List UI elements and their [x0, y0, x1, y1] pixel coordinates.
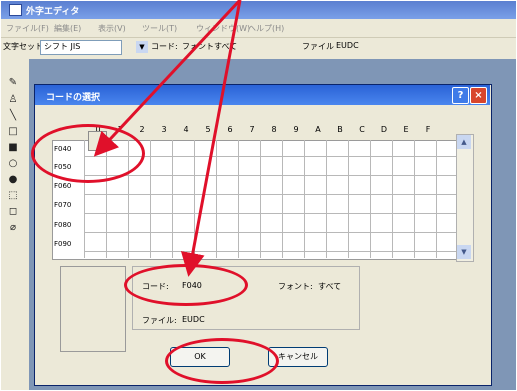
arrow-to-code — [180, 0, 242, 277]
annotation-arrows — [93, 0, 242, 277]
arrow-to-cell — [93, 0, 242, 157]
